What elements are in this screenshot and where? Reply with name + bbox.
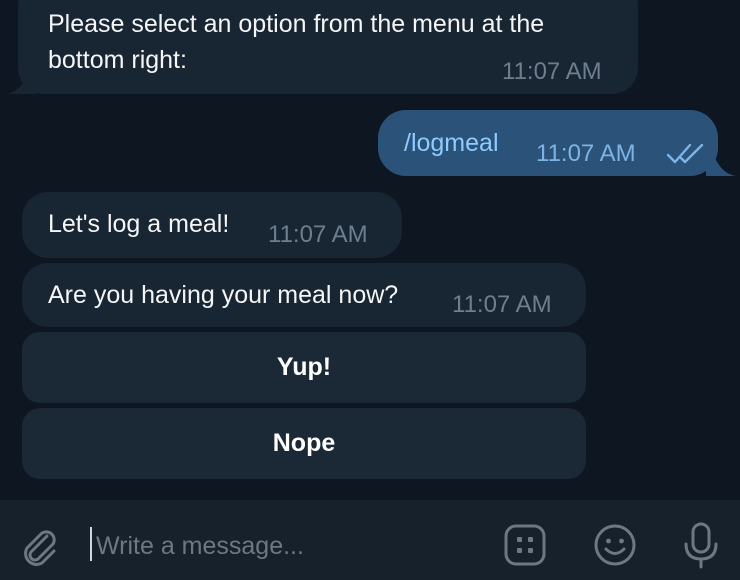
- microphone-icon[interactable]: [678, 520, 724, 570]
- paperclip-icon[interactable]: [16, 524, 60, 568]
- inline-button-label: Nope: [272, 429, 336, 457]
- inline-button-label: Yup!: [276, 353, 332, 381]
- bubble-tail: [706, 156, 736, 176]
- message-text: bottom right:: [48, 46, 187, 74]
- smile-icon[interactable]: [592, 522, 638, 568]
- bot-command-link[interactable]: /logmeal: [404, 124, 499, 162]
- chat-history: Please select an option from the menu at…: [0, 0, 740, 500]
- message-timestamp: 11:07 AM: [268, 221, 368, 248]
- inline-button-nope[interactable]: Nope: [22, 408, 586, 479]
- double-check-icon: [666, 143, 704, 164]
- message-text: Let's log a meal!: [48, 210, 230, 238]
- message-text: Are you having your meal now?: [48, 281, 399, 309]
- message-text: Please select an option from the menu at…: [48, 10, 545, 38]
- message-timestamp: 11:07 AM: [452, 291, 552, 318]
- inline-button-yup[interactable]: Yup!: [22, 332, 586, 403]
- bot-commands-icon[interactable]: [502, 522, 548, 568]
- text-caret: [90, 527, 92, 561]
- message-input[interactable]: Write a message...: [96, 528, 304, 564]
- bubble-tail: [6, 74, 36, 94]
- message-timestamp: 11:07 AM: [502, 58, 602, 85]
- message-timestamp: 11:07 AM: [536, 140, 636, 167]
